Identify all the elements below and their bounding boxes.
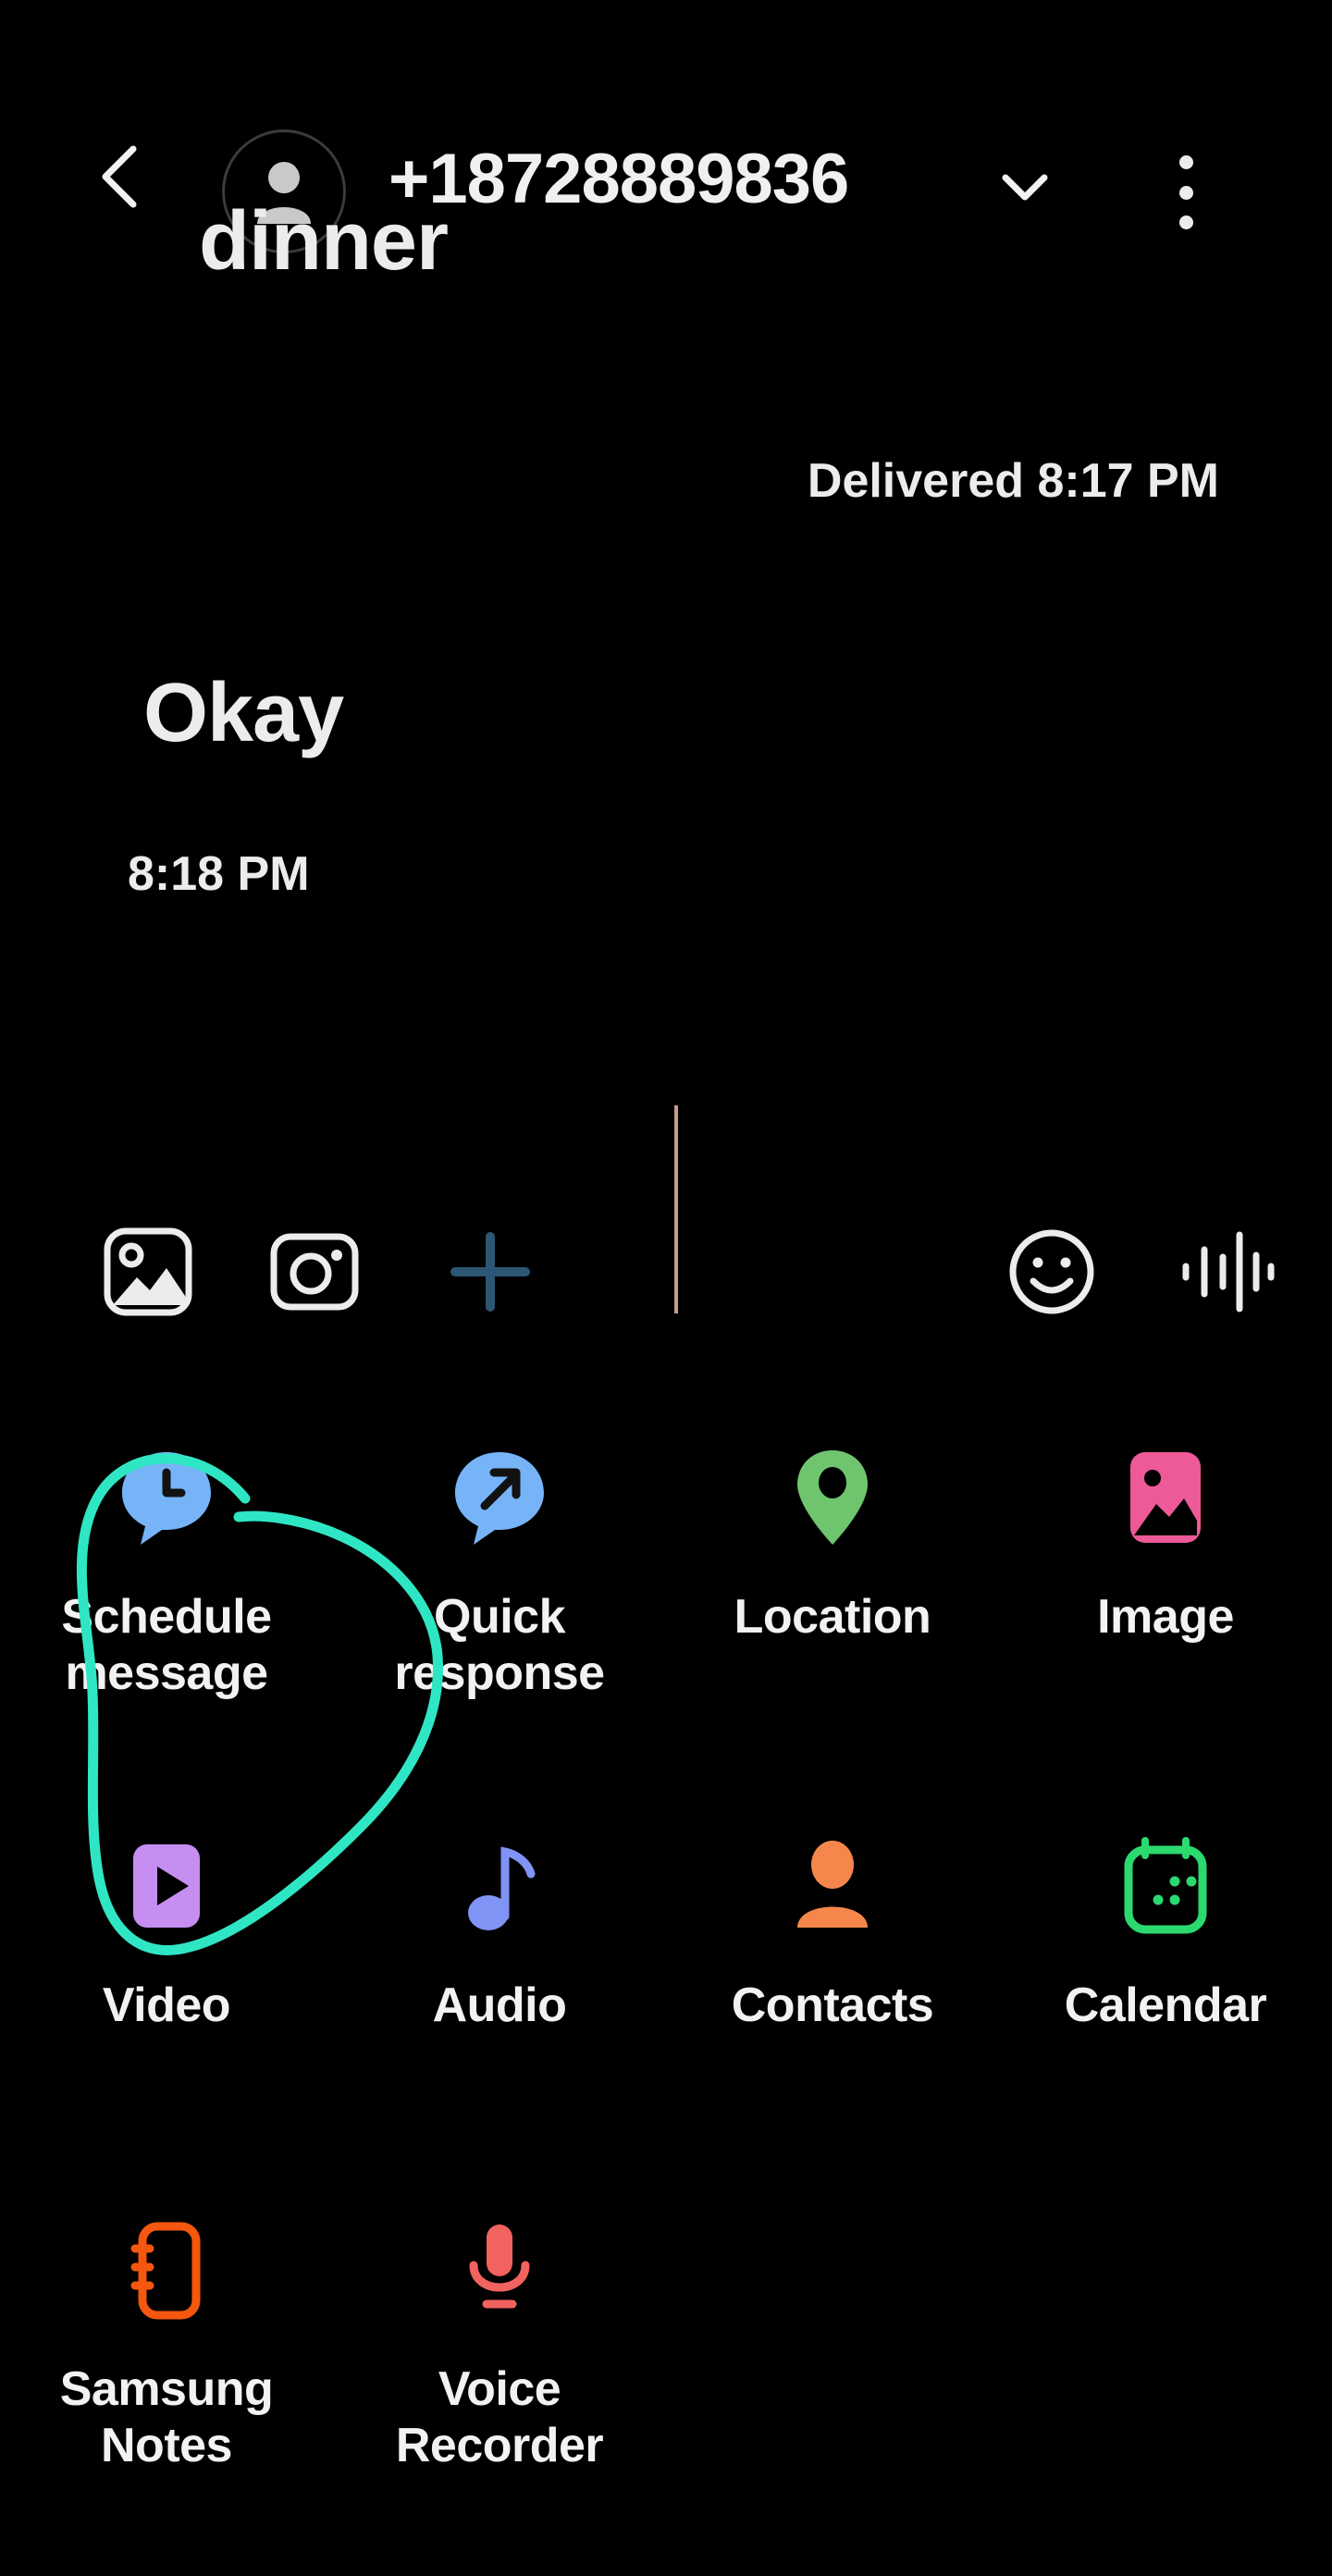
notebook-icon xyxy=(124,2215,209,2326)
attachment-contacts[interactable]: Contacts xyxy=(666,1831,999,2034)
attachment-label: Video xyxy=(102,1978,231,2032)
attachment-label: Quick response xyxy=(394,1590,605,1701)
more-vertical-icon[interactable] xyxy=(1175,155,1197,229)
attachment-label: Voice Recorder xyxy=(395,2362,604,2473)
attachment-calendar[interactable]: Calendar xyxy=(999,1831,1332,2034)
more-dot-3 xyxy=(1178,216,1193,229)
arrow-bubble-icon xyxy=(450,1443,549,1554)
attachment-label: Samsung Notes xyxy=(59,2362,274,2473)
map-pin-icon xyxy=(790,1443,875,1554)
message-bubble-incoming[interactable]: dinner xyxy=(199,194,449,290)
attachment-label: Location xyxy=(734,1590,931,1644)
attachment-label: Calendar xyxy=(1064,1978,1267,2032)
message-bubble-incoming[interactable]: Okay xyxy=(143,666,344,761)
message-input-toolbar xyxy=(0,1087,1332,1316)
plus-icon[interactable] xyxy=(439,1221,541,1323)
camera-icon[interactable] xyxy=(264,1227,365,1316)
attachment-label: Audio xyxy=(432,1978,567,2032)
more-dot-2 xyxy=(1178,185,1193,200)
smiley-face-icon[interactable] xyxy=(1001,1221,1103,1323)
back-button[interactable] xyxy=(92,143,148,210)
attachment-quick-response[interactable]: Quick response xyxy=(333,1443,666,1703)
attachment-label: Image xyxy=(1097,1590,1234,1644)
attachment-schedule-message[interactable]: Schedule message xyxy=(0,1443,333,1703)
attachment-location[interactable]: Location xyxy=(666,1443,999,1645)
attachment-voice-recorder[interactable]: Voice Recorder xyxy=(333,2215,666,2475)
attachment-image[interactable]: Image xyxy=(999,1443,1332,1645)
message-timestamp: 8:18 PM xyxy=(128,847,310,901)
chevron-down-icon[interactable] xyxy=(1001,172,1049,203)
person-icon xyxy=(788,1831,877,1942)
photo-icon xyxy=(1119,1443,1212,1554)
attachment-samsung-notes[interactable]: Samsung Notes xyxy=(0,2215,333,2475)
messages-conversation-screen: +18728889836 dinner Delivered 8:17 PM Ok… xyxy=(0,0,1332,2576)
delivered-status: Delivered 8:17 PM xyxy=(807,454,1219,508)
calendar-icon xyxy=(1117,1831,1214,1942)
image-gallery-icon[interactable] xyxy=(97,1221,199,1323)
clock-bubble-icon xyxy=(117,1443,216,1554)
music-note-icon xyxy=(453,1831,546,1942)
attachment-label: Schedule message xyxy=(61,1590,272,1701)
more-dot-1 xyxy=(1178,155,1193,169)
contact-phone-number[interactable]: +18728889836 xyxy=(388,139,849,219)
message-list: dinner Delivered 8:17 PM Okay 8:18 PM xyxy=(0,195,1332,1054)
video-play-icon xyxy=(120,1831,213,1942)
voice-waveform-icon[interactable] xyxy=(1177,1224,1280,1320)
attachment-label: Contacts xyxy=(731,1978,934,2032)
attachment-audio[interactable]: Audio xyxy=(333,1831,666,2034)
attachment-panel: Schedule message Quick response Location xyxy=(0,1424,1332,2576)
attachment-video[interactable]: Video xyxy=(0,1831,333,2034)
microphone-icon xyxy=(455,2215,544,2326)
text-cursor[interactable] xyxy=(674,1105,678,1313)
